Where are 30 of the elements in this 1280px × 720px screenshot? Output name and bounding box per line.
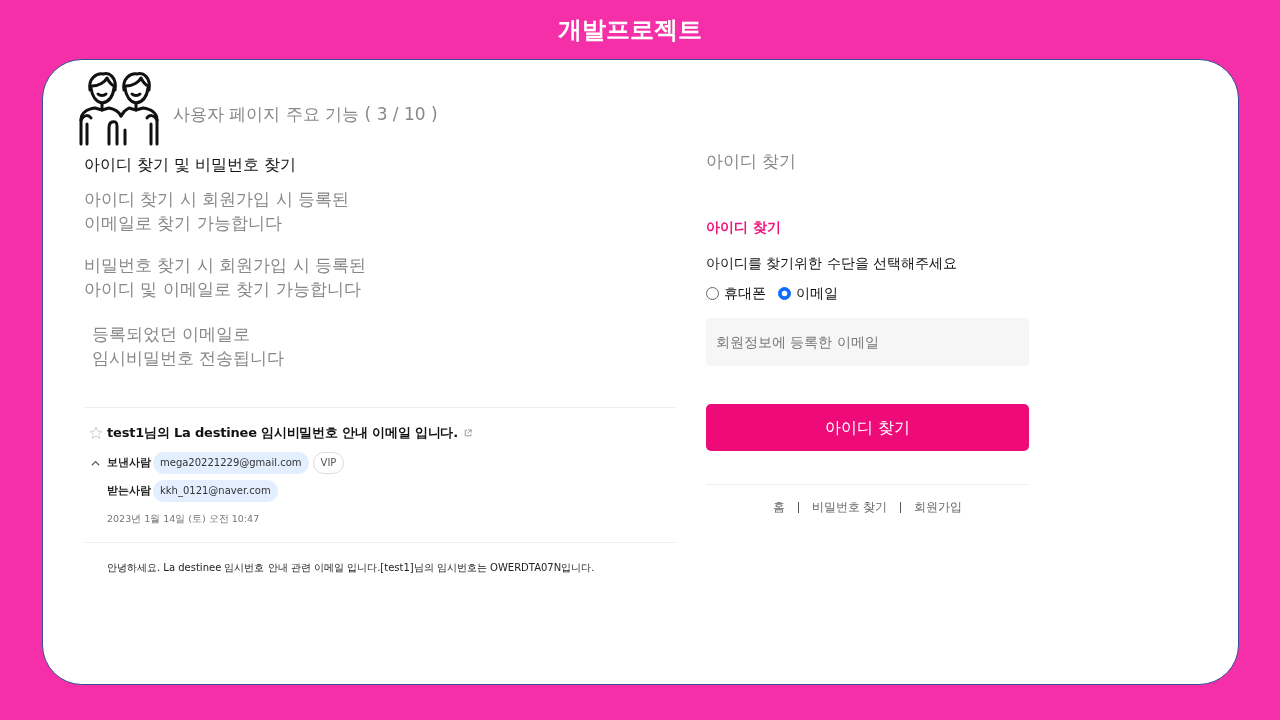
instruction-text: 아이디를 찾기위한 수단을 선택해주세요 xyxy=(706,254,959,273)
star-icon[interactable] xyxy=(88,426,103,440)
page-title: 개발프로젝트 xyxy=(558,14,702,46)
radio-label[interactable]: 휴대폰 xyxy=(724,282,766,304)
sender-label: 보낸사람 xyxy=(107,455,152,471)
description-text: 등록되었던 이메일로 임시비밀번호 전송됩니다 xyxy=(91,323,286,370)
caret-icon[interactable] xyxy=(91,460,100,466)
email-subject: test1님의 La destinee 임시비밀번호 안내 이메일 입니다. xyxy=(107,424,458,443)
recipient-label: 받는사람 xyxy=(107,483,152,499)
vip-tag: VIP xyxy=(312,452,345,474)
section-subtitle: 사용자 페이지 주요 기능 ( 3 / 10 ) xyxy=(173,103,438,126)
page-heading: 아이디 찾기 xyxy=(706,150,798,173)
two-people-icon xyxy=(79,70,159,146)
description-text: 아이디 찾기 시 회원가입 시 등록된 이메일로 찾기 가능합니다 xyxy=(84,188,351,235)
footer-link[interactable]: 회원가입 xyxy=(914,498,963,516)
radio-button[interactable] xyxy=(706,286,719,300)
email-date: 2023년 1월 14일 (토) 오전 10:47 xyxy=(107,512,261,526)
email-body: 안녕하세요. La destinee 임시번호 안내 관련 이메일 입니다.[test1]님의 임시번호는 OWERDTA07N입니다. xyxy=(107,561,596,575)
sender-address[interactable]: mega20221229@gmail.com xyxy=(153,452,309,474)
radio-label[interactable]: 이메일 xyxy=(796,282,838,304)
footer-link[interactable]: 홈 xyxy=(772,498,785,516)
feature-heading: 아이디 찾기 및 비밀번호 찾기 xyxy=(84,154,298,176)
radio-button[interactable] xyxy=(778,286,791,300)
form-title: 아이디 찾기 xyxy=(706,218,782,237)
find-id-button[interactable]: 아이디 찾기 xyxy=(706,404,1029,451)
recipient-address[interactable]: kkh_0121@naver.com xyxy=(153,480,278,502)
external-link-icon[interactable] xyxy=(464,429,472,437)
description-text: 비밀번호 찾기 시 회원가입 시 등록된 아이디 및 이메일로 찾기 가능합니다 xyxy=(84,254,368,301)
email-input[interactable]: 회원정보에 등록한 이메일 xyxy=(706,318,1029,366)
footer-link[interactable]: 비밀번호 찾기 xyxy=(811,498,888,516)
